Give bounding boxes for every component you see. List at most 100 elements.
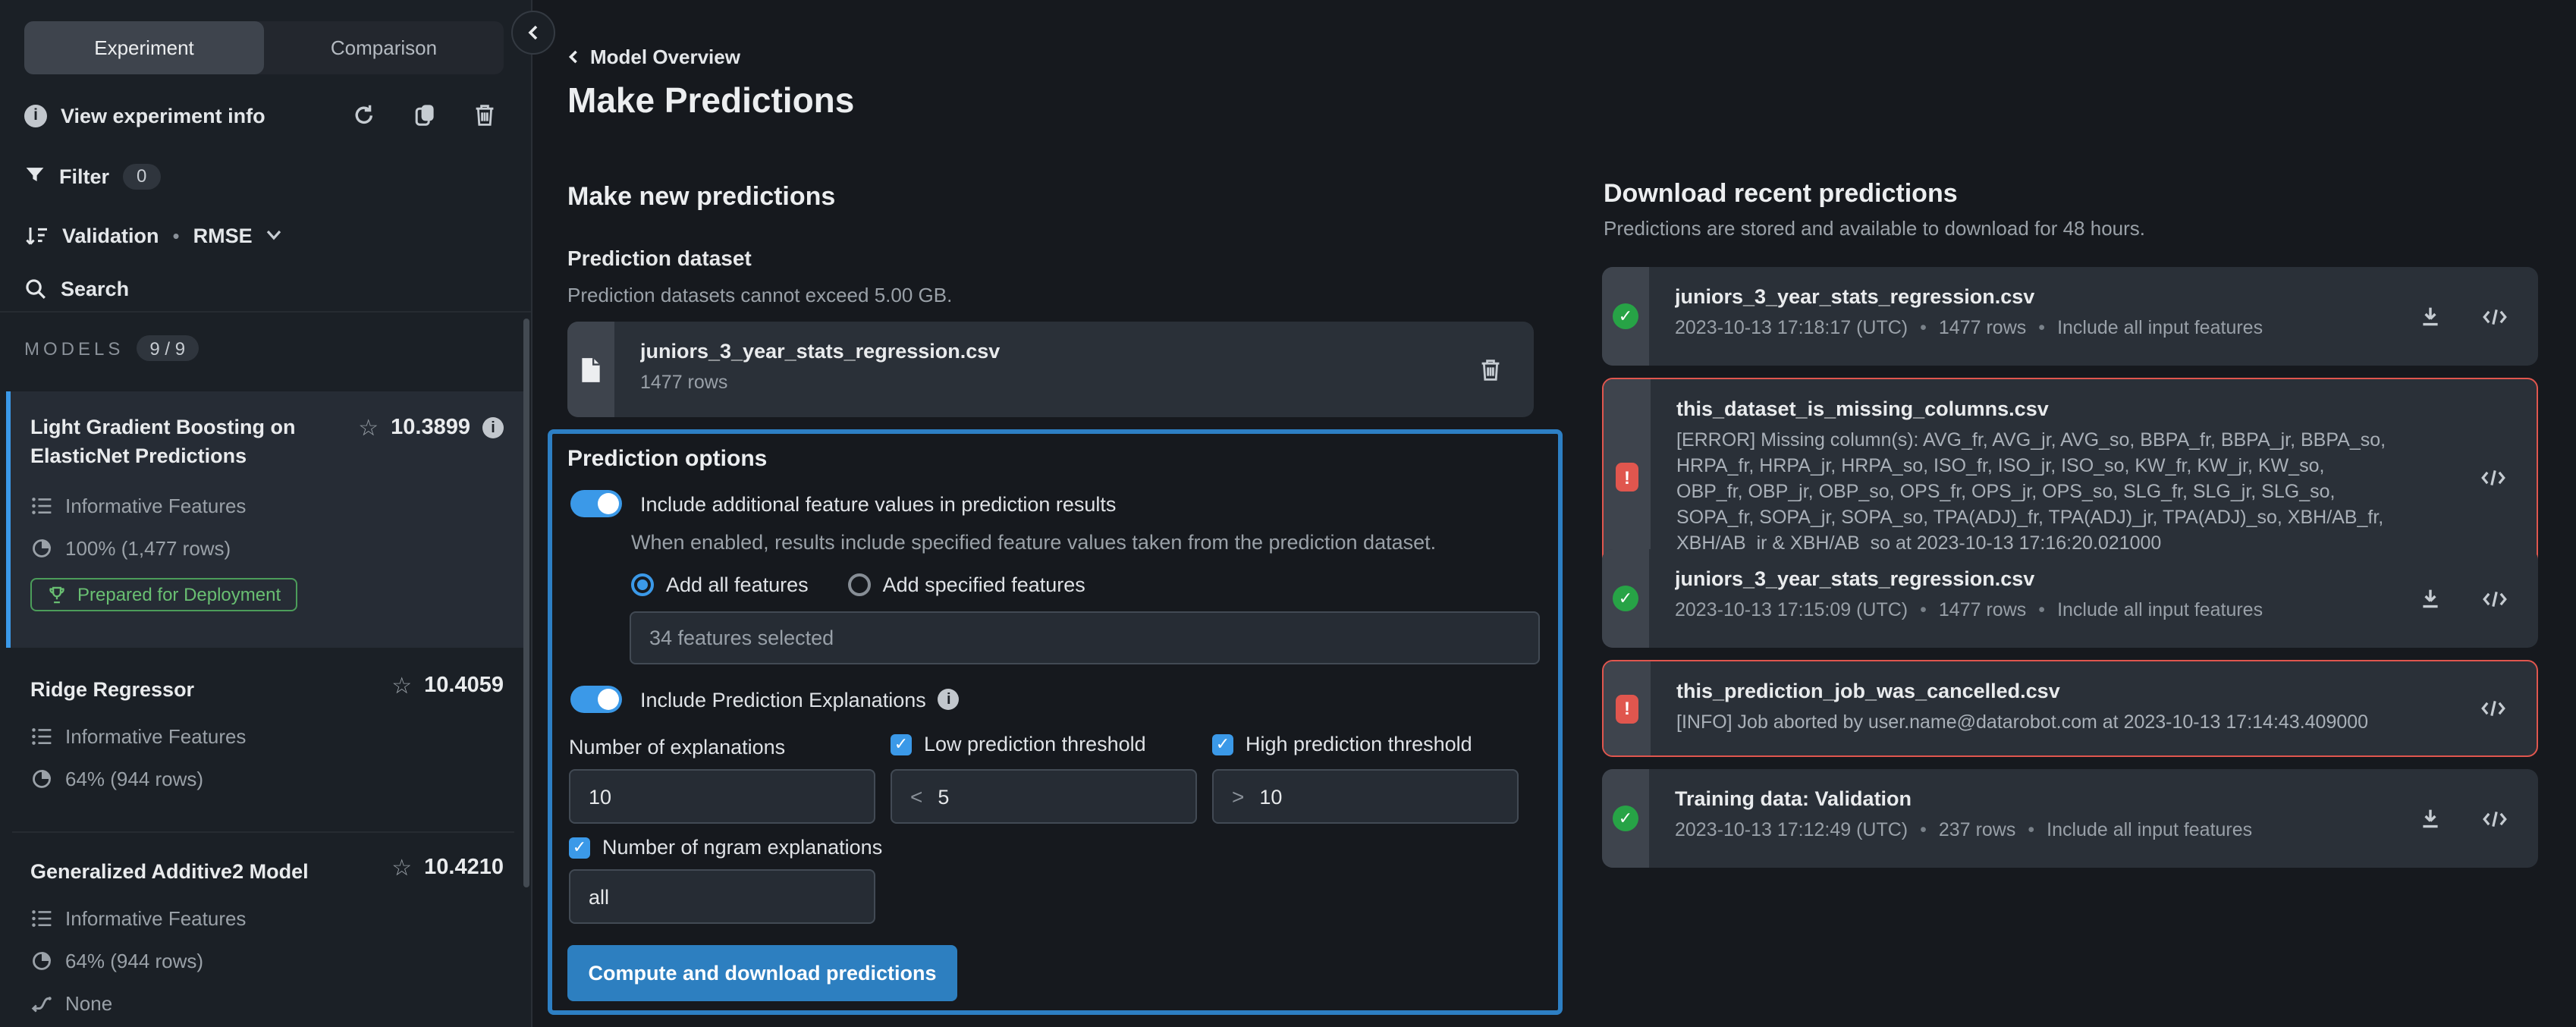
recent-prediction-card-error: ! this_prediction_job_was_cancelled.csv …: [1602, 660, 2538, 757]
dot-separator: •: [173, 224, 180, 247]
ngram-input[interactable]: [569, 869, 875, 924]
download-icon[interactable]: [2417, 806, 2442, 831]
ngram-checkbox[interactable]: [569, 837, 590, 858]
features-selected-input[interactable]: [630, 611, 1540, 664]
model-name: Ridge Regressor: [30, 675, 341, 704]
recent-prediction-card: ✓ juniors_3_year_stats_regression.csv 20…: [1602, 267, 2538, 366]
search-label: Search: [61, 277, 129, 300]
delete-experiment-icon[interactable]: [472, 102, 498, 128]
radio-add-all-features[interactable]: [631, 573, 654, 596]
model-score: 10.3899: [391, 416, 470, 440]
chevron-left-icon: [526, 24, 540, 41]
recent-predictions-title: Download recent predictions: [1604, 179, 1958, 209]
refresh-icon[interactable]: [350, 102, 376, 128]
feature-list-icon: [30, 725, 53, 748]
prepared-for-deployment-badge: Prepared for Deployment: [30, 578, 297, 611]
model-feature-list: Informative Features: [65, 725, 246, 748]
remove-dataset-icon[interactable]: [1478, 356, 1503, 382]
low-threshold-checkbox[interactable]: [891, 733, 912, 755]
tab-experiment[interactable]: Experiment: [24, 21, 264, 74]
prediction-error-message: [INFO] Job aborted by user.name@datarobo…: [1676, 710, 2465, 736]
model-sample-size: 64% (944 rows): [65, 768, 203, 790]
chevron-down-icon: [266, 229, 283, 241]
recent-prediction-card-error: ! this_dataset_is_missing_columns.csv [E…: [1602, 378, 2538, 576]
sort-partition: Validation: [62, 224, 159, 247]
page-title: Make Predictions: [567, 80, 854, 121]
ngram-label: Number of ngram explanations: [602, 836, 882, 859]
success-check-icon: ✓: [1613, 586, 1638, 611]
sample-size-icon: [30, 950, 53, 972]
tab-comparison[interactable]: Comparison: [264, 21, 504, 74]
filter-control[interactable]: Filter 0: [24, 158, 160, 194]
include-features-toggle[interactable]: [570, 490, 622, 517]
code-icon[interactable]: [2482, 806, 2508, 831]
code-icon[interactable]: [2480, 696, 2506, 721]
less-than-operator: <: [910, 784, 922, 809]
model-score: 10.4059: [424, 674, 504, 698]
high-threshold-input[interactable]: > 10: [1212, 769, 1519, 824]
explanations-info-icon[interactable]: i: [938, 689, 960, 710]
score-info-icon[interactable]: i: [482, 417, 504, 438]
sort-metric: RMSE: [193, 224, 253, 247]
compute-download-button[interactable]: Compute and download predictions: [567, 945, 957, 1001]
prediction-options-panel: Prediction options Include additional fe…: [548, 429, 1563, 1015]
code-icon[interactable]: [2480, 464, 2506, 490]
prediction-options-title: Prediction options: [567, 446, 767, 472]
star-icon[interactable]: ☆: [391, 856, 412, 879]
breadcrumb[interactable]: Model Overview: [567, 46, 740, 68]
radio-add-all-label: Add all features: [666, 573, 809, 596]
include-explanations-toggle[interactable]: [570, 686, 622, 713]
star-icon[interactable]: ☆: [358, 416, 379, 439]
high-threshold-checkbox[interactable]: [1212, 733, 1233, 755]
low-threshold-input[interactable]: < 5: [891, 769, 1197, 824]
prediction-features: Include all input features: [2015, 819, 2252, 840]
link-icon: [30, 992, 53, 1015]
search-icon: [24, 277, 47, 300]
model-score: 10.4210: [424, 856, 504, 880]
copy-icon[interactable]: [411, 102, 437, 128]
star-icon[interactable]: ☆: [391, 674, 412, 697]
low-threshold-label: Low prediction threshold: [924, 733, 1146, 755]
model-list-divider: [12, 831, 514, 833]
models-label: MODELS: [24, 338, 124, 359]
feature-list-icon: [30, 907, 53, 930]
sidebar-collapse-button[interactable]: [511, 11, 555, 55]
num-explanations-label: Number of explanations: [569, 736, 785, 758]
prediction-timestamp: 2023-10-13 17:15:09 (UTC): [1675, 599, 1908, 620]
file-icon: [580, 356, 602, 383]
sort-control[interactable]: Validation • RMSE: [24, 217, 283, 253]
sidebar-scrollbar[interactable]: [523, 319, 529, 887]
dataset-card-strip: [567, 322, 614, 417]
model-sample-size: 64% (944 rows): [65, 950, 203, 972]
sort-icon: [24, 224, 49, 247]
prediction-features: Include all input features: [2026, 317, 2263, 338]
sidebar: Experiment Comparison i View experiment …: [0, 0, 532, 1027]
prediction-dataset-card: juniors_3_year_stats_regression.csv 1477…: [567, 322, 1534, 417]
prediction-file-name: juniors_3_year_stats_regression.csv: [1675, 285, 2402, 308]
prediction-rows: 1477 rows: [1908, 317, 2026, 338]
code-icon[interactable]: [2482, 586, 2508, 611]
model-card-ridge-regressor[interactable]: Ridge Regressor ☆ 10.4059 Informative Fe…: [6, 654, 525, 831]
prediction-error-message: [ERROR] Missing column(s): AVG_fr, AVG_j…: [1676, 428, 2465, 557]
feature-list-icon: [30, 495, 53, 517]
dataset-file-name: juniors_3_year_stats_regression.csv: [640, 340, 1462, 363]
experiment-actions: [350, 97, 498, 133]
deploy-badge-label: Prepared for Deployment: [77, 584, 281, 605]
model-card-generalized-additive2[interactable]: Generalized Additive2 Model ☆ 10.4210 In…: [6, 836, 525, 1027]
code-icon[interactable]: [2482, 303, 2508, 329]
view-experiment-info[interactable]: i View experiment info: [24, 97, 265, 133]
download-icon[interactable]: [2417, 303, 2442, 329]
num-explanations-input[interactable]: [569, 769, 875, 824]
status-strip: !: [1604, 661, 1651, 755]
sample-size-icon: [30, 537, 53, 560]
prediction-features: Include all input features: [2026, 599, 2263, 620]
search-control[interactable]: Search: [24, 270, 129, 306]
dataset-file-rows: 1477 rows: [640, 372, 727, 393]
prediction-timestamp: 2023-10-13 17:12:49 (UTC): [1675, 819, 1908, 840]
models-header: MODELS 9 / 9: [24, 335, 199, 361]
recent-prediction-card: ✓ juniors_3_year_stats_regression.csv 20…: [1602, 549, 2538, 648]
download-icon[interactable]: [2417, 586, 2442, 611]
status-strip: ✓: [1602, 267, 1649, 366]
model-card-light-gradient-boosting[interactable]: Light Gradient Boosting on ElasticNet Pr…: [6, 391, 525, 648]
radio-add-specified-features[interactable]: [848, 573, 871, 596]
